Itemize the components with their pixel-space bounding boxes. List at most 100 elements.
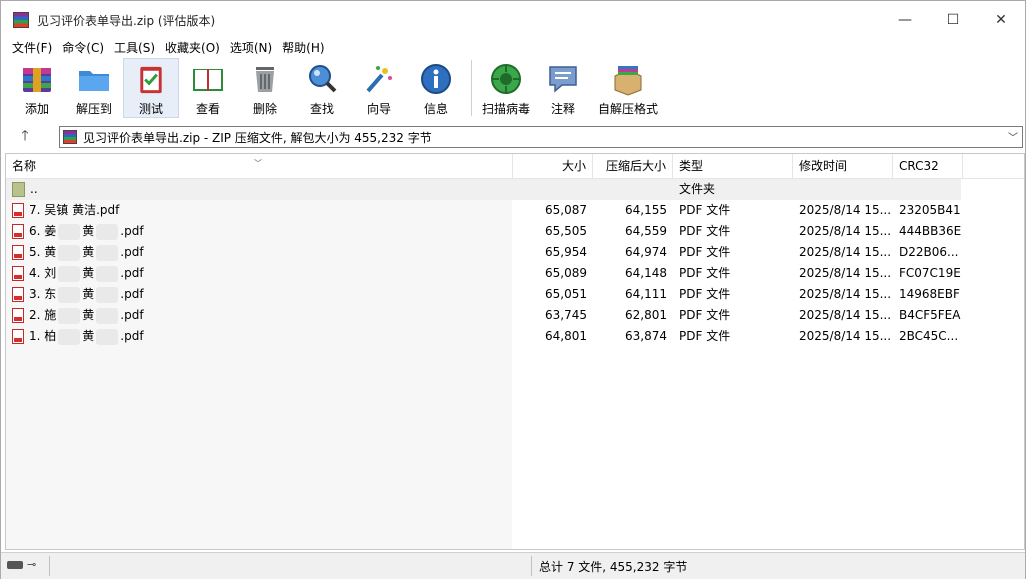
size-cell: 65,051 xyxy=(545,287,587,301)
column-header-modified[interactable]: 修改时间 xyxy=(793,154,893,178)
name-cell: 3. 东 黄 .pdf xyxy=(6,284,513,305)
menu-favorites[interactable]: 收藏夹(O) xyxy=(160,39,225,56)
file-name-part: 4. 刘 xyxy=(29,266,57,280)
comment-button[interactable]: 注释 xyxy=(535,58,591,118)
table-row[interactable]: 4. 刘 黄 .pdf 65,089 64,148 PDF 文件 2025/8/… xyxy=(6,263,1024,284)
type-cell: PDF 文件 xyxy=(679,287,731,301)
pdf-file-icon xyxy=(12,266,24,281)
file-name-part: .pdf xyxy=(120,224,144,238)
menu-tools[interactable]: 工具(S) xyxy=(109,39,160,56)
status-text: 总计 7 文件, 455,232 字节 xyxy=(539,560,688,574)
file-name-part: 黄 xyxy=(82,266,95,280)
menu-bar: 文件(F) 命令(C) 工具(S) 收藏夹(O) 选项(N) 帮助(H) xyxy=(1,37,1025,57)
crc-cell: 444BB36E xyxy=(899,224,962,238)
extract-to-label: 解压到 xyxy=(75,102,112,116)
packed-cell xyxy=(593,179,673,200)
delete-label: 删除 xyxy=(252,102,277,116)
name-cell: 5. 黄 黄 .pdf xyxy=(6,242,513,263)
size-cell: 65,087 xyxy=(545,203,587,217)
info-icon xyxy=(421,64,451,94)
up-folder-button[interactable]: 🡑 xyxy=(15,127,35,147)
modified-cell: 2025/8/14 15... xyxy=(799,245,892,259)
file-name-part: .pdf xyxy=(120,245,144,259)
menu-options[interactable]: 选项(N) xyxy=(225,39,277,56)
file-name-part: 5. 黄 xyxy=(29,245,57,259)
key-icon[interactable]: ⊸ xyxy=(27,558,36,571)
table-row[interactable]: 3. 东 黄 .pdf 65,051 64,111 PDF 文件 2025/8/… xyxy=(6,284,1024,305)
table-row[interactable]: 7. 吴镇 黄洁.pdf 65,087 64,155 PDF 文件 2025/8… xyxy=(6,200,1024,221)
drive-icon[interactable] xyxy=(7,560,23,569)
extract-folder-icon xyxy=(79,71,109,91)
test-clipboard-icon xyxy=(140,66,162,94)
crc-cell: 14968EBF xyxy=(899,287,960,301)
title-bar[interactable]: 见习评价表单导出.zip (评估版本) — ☐ ✕ xyxy=(1,1,1025,39)
wizard-wand-icon xyxy=(366,66,392,93)
modified-cell: 2025/8/14 15... xyxy=(799,287,892,301)
maximize-button[interactable]: ☐ xyxy=(929,1,977,39)
sfx-label: 自解压格式 xyxy=(597,102,658,116)
toolbar: 添加 解压到 测试 查看 删除 查找 向导 信息 扫描病毒 注释 自解压格式 xyxy=(9,58,665,120)
redacted-block xyxy=(96,244,119,261)
info-button[interactable]: 信息 xyxy=(408,58,464,118)
status-divider xyxy=(531,556,532,576)
packed-cell: 64,111 xyxy=(625,287,667,301)
file-name-part: .pdf xyxy=(120,308,144,322)
crc-cell: 23205B41 xyxy=(899,203,961,217)
view-button[interactable]: 查看 xyxy=(180,58,236,118)
table-row[interactable]: 2. 施 黄 .pdf 63,745 62,801 PDF 文件 2025/8/… xyxy=(6,305,1024,326)
file-list[interactable]: 名称 ﹀ 大小 压缩后大小 类型 修改时间 CRC32 .. 文件夹 7. 吴镇… xyxy=(5,153,1025,550)
column-header-size[interactable]: 大小 xyxy=(513,154,593,178)
menu-help[interactable]: 帮助(H) xyxy=(277,39,329,56)
test-button[interactable]: 测试 xyxy=(123,58,179,118)
add-button[interactable]: 添加 xyxy=(9,58,65,118)
table-row[interactable]: 6. 姜 黄 .pdf 65,505 64,559 PDF 文件 2025/8/… xyxy=(6,221,1024,242)
virus-scan-button[interactable]: 扫描病毒 xyxy=(478,58,534,118)
type-cell: 文件夹 xyxy=(679,182,716,196)
size-cell: 65,954 xyxy=(545,245,587,259)
archive-icon xyxy=(63,130,77,144)
column-header-packed[interactable]: 压缩后大小 xyxy=(593,154,673,178)
size-cell: 65,505 xyxy=(545,224,587,238)
name-cell: 4. 刘 黄 .pdf xyxy=(6,263,513,284)
file-name-part: 黄 xyxy=(82,287,95,301)
name-cell: .. xyxy=(6,179,513,200)
column-header-crc32[interactable]: CRC32 xyxy=(893,154,963,178)
name-cell: 1. 柏 黄 .pdf xyxy=(6,326,513,347)
type-cell: PDF 文件 xyxy=(679,329,731,343)
table-row[interactable]: 5. 黄 黄 .pdf 65,954 64,974 PDF 文件 2025/8/… xyxy=(6,242,1024,263)
name-cell: 2. 施 黄 .pdf xyxy=(6,305,513,326)
packed-cell: 64,559 xyxy=(625,224,667,238)
sfx-button[interactable]: 自解压格式 xyxy=(592,58,664,118)
file-name-part: .pdf xyxy=(120,266,144,280)
parent-folder-row[interactable]: .. 文件夹 xyxy=(6,179,961,200)
find-button[interactable]: 查找 xyxy=(294,58,350,118)
arrow-up-icon: 🡑 xyxy=(21,128,29,144)
table-row[interactable]: 1. 柏 黄 .pdf 64,801 63,874 PDF 文件 2025/8/… xyxy=(6,326,1024,347)
status-divider xyxy=(49,556,50,576)
wizard-label: 向导 xyxy=(366,102,391,116)
extract-to-button[interactable]: 解压到 xyxy=(66,58,122,118)
menu-file[interactable]: 文件(F) xyxy=(7,39,57,56)
virus-scan-label: 扫描病毒 xyxy=(481,102,530,116)
address-text: 见习评价表单导出.zip - ZIP 压缩文件, 解包大小为 455,232 字… xyxy=(83,130,432,145)
file-name-part: .pdf xyxy=(120,329,144,343)
find-magnifier-icon xyxy=(309,65,337,93)
wizard-button[interactable]: 向导 xyxy=(351,58,407,118)
column-header-type[interactable]: 类型 xyxy=(673,154,793,178)
close-button[interactable]: ✕ xyxy=(977,1,1025,39)
file-name-part: 2. 施 xyxy=(29,308,57,322)
address-combobox[interactable]: 见习评价表单导出.zip - ZIP 压缩文件, 解包大小为 455,232 字… xyxy=(59,126,1023,148)
toolbar-separator xyxy=(471,60,472,116)
chevron-down-icon[interactable]: ﹀ xyxy=(1008,129,1018,144)
winrar-app-icon[interactable] xyxy=(13,12,29,28)
menu-commands[interactable]: 命令(C) xyxy=(57,39,109,56)
size-cell: 65,089 xyxy=(545,266,587,280)
view-book-icon xyxy=(193,69,223,91)
minimize-button[interactable]: — xyxy=(881,1,929,39)
sort-caret-icon: ﹀ xyxy=(254,159,262,168)
column-header-name[interactable]: 名称 ﹀ xyxy=(6,154,513,178)
file-name-part: 3. 东 xyxy=(29,287,57,301)
type-cell: PDF 文件 xyxy=(679,266,731,280)
pdf-file-icon xyxy=(12,245,24,260)
delete-button[interactable]: 删除 xyxy=(237,58,293,118)
